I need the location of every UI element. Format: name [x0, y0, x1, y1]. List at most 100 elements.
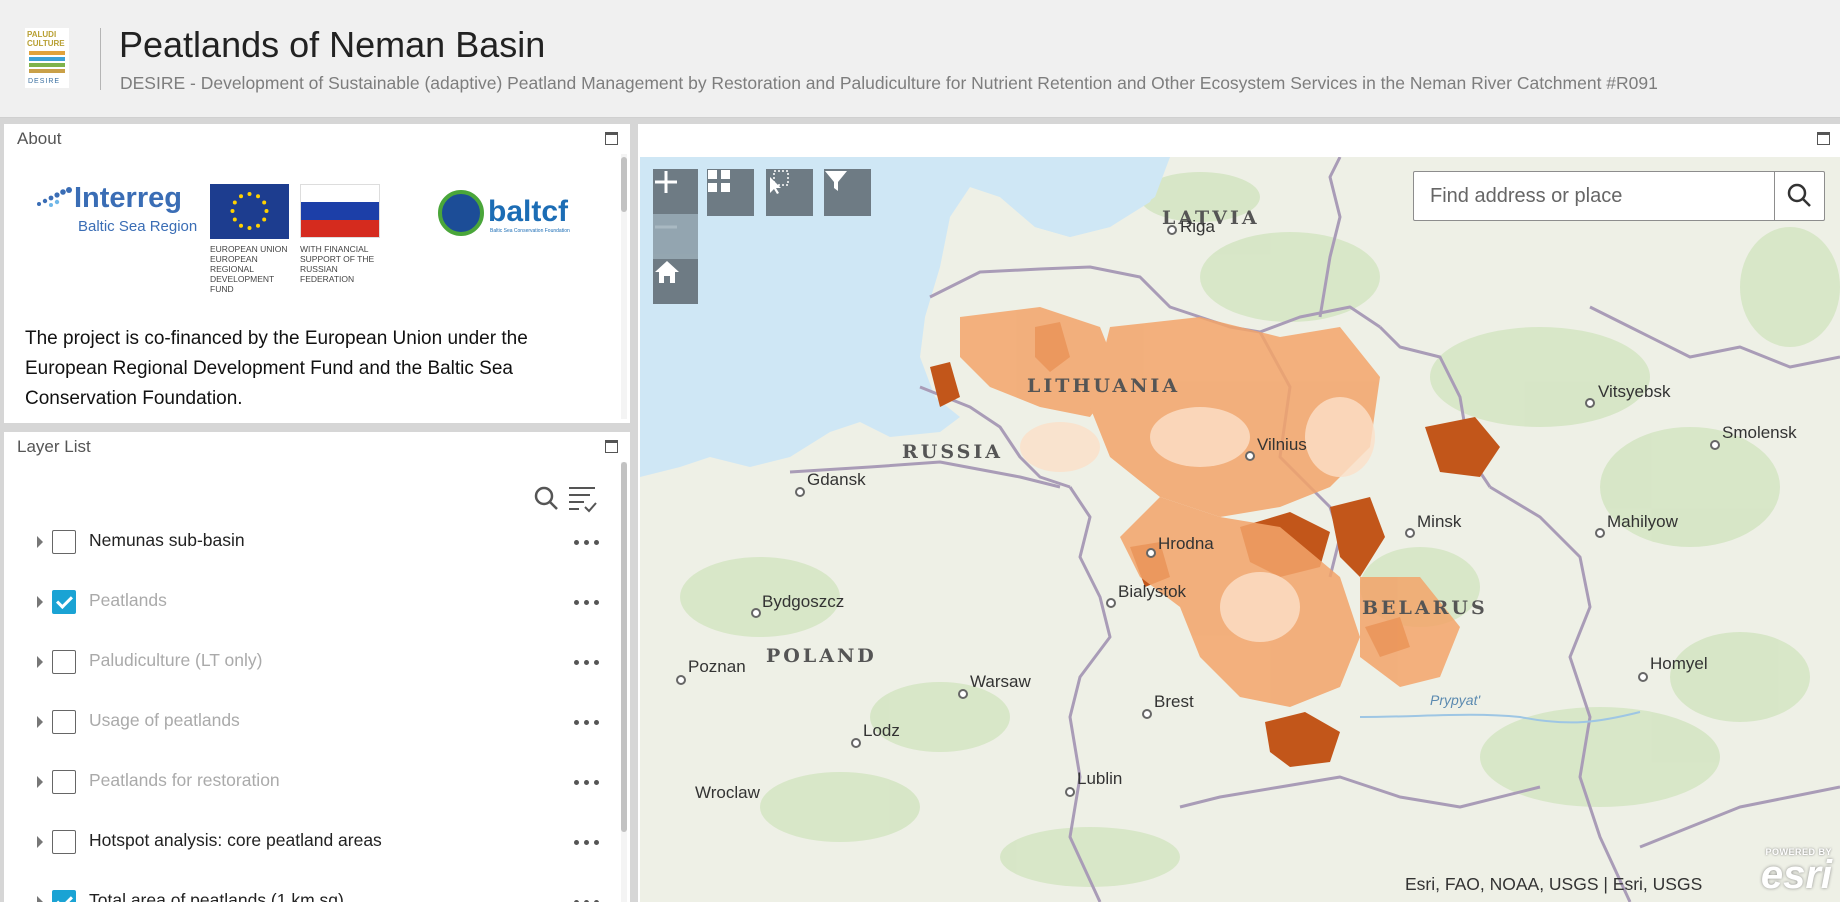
- city-label: Lublin: [1077, 769, 1123, 788]
- layer-checkbox[interactable]: [52, 890, 76, 902]
- plus-icon: [655, 171, 677, 193]
- zoom-out-button[interactable]: [653, 214, 698, 259]
- layer-label: Paludiculture (LT only): [89, 650, 263, 670]
- logo-stripe: [29, 57, 65, 61]
- maximize-icon[interactable]: [605, 440, 618, 453]
- expand-caret-icon[interactable]: [37, 836, 43, 848]
- expand-caret-icon[interactable]: [37, 776, 43, 788]
- select-tool-button[interactable]: [766, 169, 813, 216]
- map-view[interactable]: LATVIA LITHUANIA RUSSIA POLAND BELARUS R…: [640, 157, 1840, 902]
- layer-checkbox[interactable]: [52, 650, 76, 674]
- layer-checkbox[interactable]: [52, 710, 76, 734]
- paludiculture-logo: PALUDI CULTURE DESIRE: [25, 28, 69, 88]
- esri-word: esri: [1760, 853, 1832, 897]
- layer-checkbox[interactable]: [52, 770, 76, 794]
- layer-label: Total area of peatlands (1 km sq): [89, 890, 344, 902]
- city-marker: [1106, 598, 1116, 608]
- logo-desire: DESIRE: [28, 78, 61, 85]
- zoom-in-button[interactable]: [653, 169, 698, 214]
- layer-tools: [532, 482, 602, 514]
- city-label: Gdansk: [807, 470, 866, 489]
- layer-options-icon[interactable]: [574, 660, 600, 666]
- layer-label: Nemunas sub-basin: [89, 530, 245, 550]
- city-marker: [1146, 548, 1156, 558]
- city-label: Poznan: [688, 657, 746, 676]
- maximize-icon[interactable]: [605, 132, 618, 145]
- city-label: Minsk: [1417, 512, 1462, 531]
- expand-caret-icon[interactable]: [37, 716, 43, 728]
- interreg-subtitle: Baltic Sea Region: [78, 218, 198, 235]
- city-label: Brest: [1154, 692, 1194, 711]
- baltcf-fish-icon: [438, 190, 484, 236]
- layer-list-panel: Layer List Nemunas sub-basin Peatlands P…: [4, 432, 630, 902]
- expand-caret-icon[interactable]: [37, 536, 43, 548]
- logo-line-1: PALUDI: [27, 30, 57, 39]
- logo-stripe: [29, 51, 65, 55]
- logo-line-2: CULTURE: [27, 39, 65, 48]
- city-marker: [958, 689, 968, 699]
- minus-icon: [655, 225, 677, 229]
- home-button[interactable]: [653, 259, 698, 304]
- layer-list-title: Layer List: [17, 437, 91, 456]
- city-label: Riga: [1180, 217, 1215, 236]
- city-label: Warsaw: [970, 672, 1031, 691]
- filter-button[interactable]: [824, 169, 871, 216]
- layer-options-icon[interactable]: [574, 720, 600, 726]
- logo-stripe: [29, 69, 65, 73]
- layer-options-icon[interactable]: [574, 840, 600, 846]
- layer-row[interactable]: Peatlands for restoration: [29, 767, 614, 797]
- eu-caption: EUROPEAN UNION EUROPEAN REGIONAL DEVELOP…: [210, 244, 288, 294]
- layer-row[interactable]: Peatlands: [29, 587, 614, 617]
- search-widget: [1413, 171, 1825, 221]
- city-marker: [1142, 709, 1152, 719]
- layer-options-icon[interactable]: [574, 600, 600, 606]
- layer-checkbox[interactable]: [52, 530, 76, 554]
- layer-row[interactable]: Total area of peatlands (1 km sq): [29, 887, 614, 902]
- expand-caret-icon[interactable]: [37, 896, 43, 902]
- city-label: Homyel: [1650, 654, 1708, 673]
- interreg-dots-icon: [37, 187, 72, 207]
- baltcf-caption: Baltic Sea Conservation Foundation: [490, 228, 570, 234]
- country-label: LITHUANIA: [1027, 375, 1181, 397]
- search-button[interactable]: [1774, 172, 1824, 220]
- river-label: Prypyat': [1430, 692, 1481, 708]
- layer-checkbox[interactable]: [52, 590, 76, 614]
- layer-row[interactable]: Paludiculture (LT only): [29, 647, 614, 677]
- expand-caret-icon[interactable]: [37, 656, 43, 668]
- layer-scrollbar[interactable]: [621, 462, 627, 832]
- search-input[interactable]: [1414, 172, 1774, 220]
- logo-stripe: [29, 63, 65, 67]
- ru-caption: WITH FINANCIAL SUPPORT OF THE RUSSIAN FE…: [300, 244, 375, 284]
- app-header: PALUDI CULTURE DESIRE Peatlands of Neman…: [0, 0, 1840, 118]
- home-icon: [655, 261, 679, 283]
- layer-row[interactable]: Usage of peatlands: [29, 707, 614, 737]
- city-label: Bialystok: [1118, 582, 1187, 601]
- search-icon[interactable]: [534, 486, 558, 510]
- expand-caret-icon[interactable]: [37, 596, 43, 608]
- layer-row[interactable]: Hotspot analysis: core peatland areas: [29, 827, 614, 857]
- maximize-icon[interactable]: [1817, 132, 1830, 145]
- about-scrollbar[interactable]: [621, 157, 627, 212]
- grid-icon: [708, 170, 730, 192]
- filter-icon: [825, 171, 847, 191]
- esri-logo[interactable]: POWERED BY esri: [1740, 847, 1838, 897]
- baltcf-word: baltcf: [488, 195, 569, 228]
- city-label: Vilnius: [1257, 435, 1307, 454]
- russian-flag: [300, 184, 380, 238]
- partner-logos: Interreg Baltic Sea Region EUROPEAN UNIO…: [28, 154, 588, 294]
- city-marker: [1710, 440, 1720, 450]
- layer-checkbox[interactable]: [52, 830, 76, 854]
- layer-label: Hotspot analysis: core peatland areas: [89, 830, 382, 850]
- city-marker: [751, 608, 761, 618]
- map-attribution: Esri, FAO, NOAA, USGS | Esri, USGS: [1405, 874, 1703, 894]
- basemap-gallery-button[interactable]: [707, 169, 754, 216]
- layer-options-icon[interactable]: [574, 780, 600, 786]
- layer-row[interactable]: Nemunas sub-basin: [29, 527, 614, 557]
- about-panel: About Interreg Baltic Sea Region EUROPEA…: [4, 124, 630, 423]
- layer-options-icon[interactable]: [574, 540, 600, 546]
- city-marker: [1638, 672, 1648, 682]
- city-marker: [1065, 787, 1075, 797]
- layer-label: Peatlands for restoration: [89, 770, 280, 790]
- filter-list-icon[interactable]: [569, 487, 597, 513]
- map-panel: LATVIA LITHUANIA RUSSIA POLAND BELARUS R…: [638, 124, 1840, 902]
